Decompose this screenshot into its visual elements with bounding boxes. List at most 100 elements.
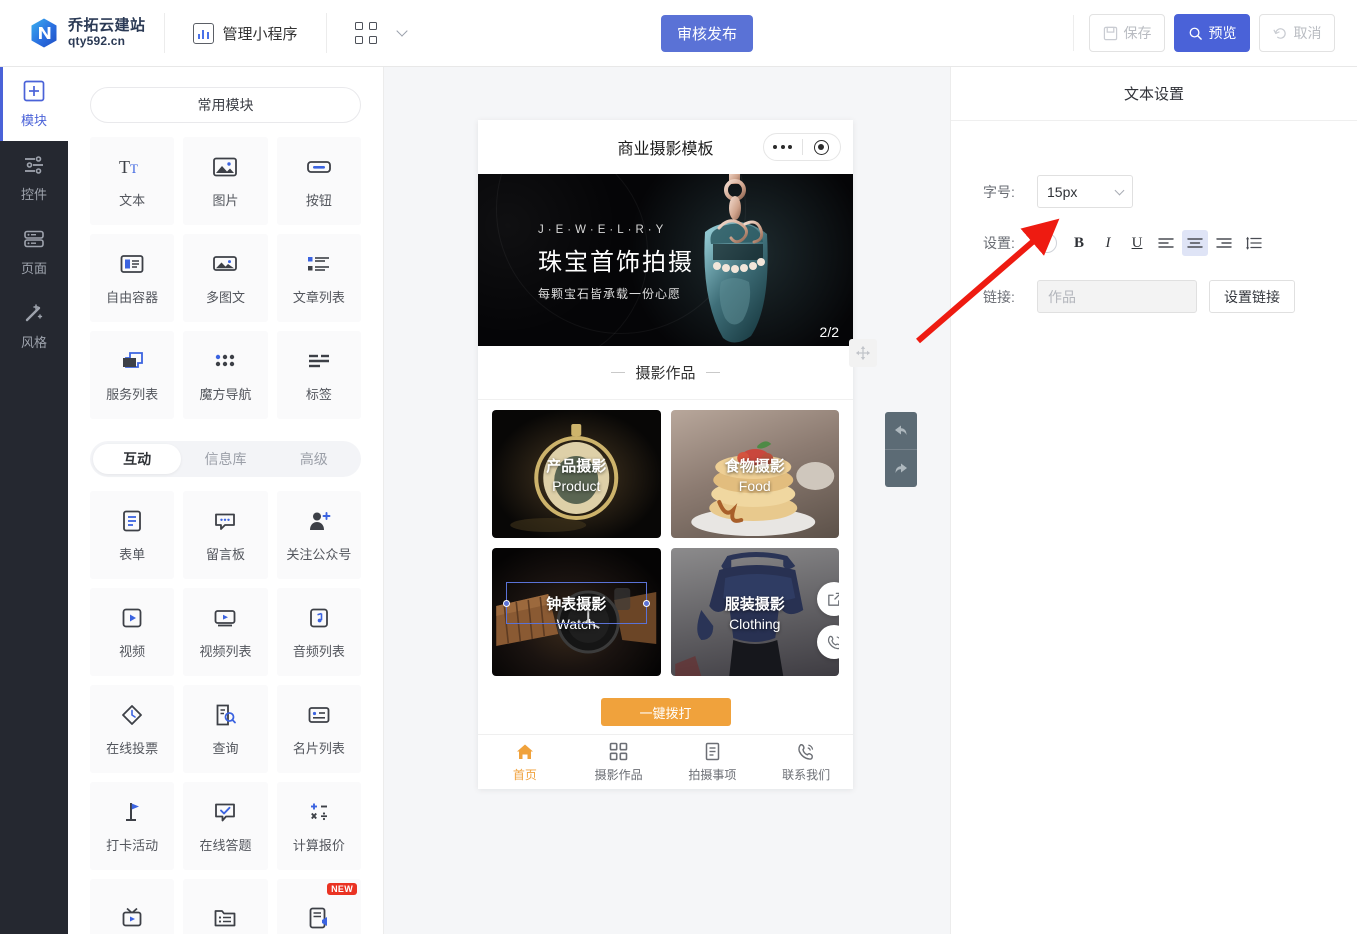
link-input[interactable]: 作品 bbox=[1037, 280, 1197, 313]
module-item-calculate-quote[interactable]: 计算报价 bbox=[276, 782, 361, 870]
section-header-works[interactable]: 摄影作品 bbox=[478, 339, 877, 400]
sidebar-item-style[interactable]: 风格 bbox=[0, 289, 68, 363]
sidebar-item-modules[interactable]: 模块 bbox=[0, 67, 68, 141]
module-item-list-folder[interactable] bbox=[183, 879, 268, 934]
cancel-button[interactable]: 取消 bbox=[1259, 14, 1335, 52]
work-card-clothing[interactable]: 服装摄影 Clothing bbox=[670, 548, 839, 676]
italic-icon[interactable]: I bbox=[1095, 230, 1121, 256]
module-item-video[interactable]: 视频 bbox=[90, 588, 175, 676]
tabbar-item-contact[interactable]: 联系我们 bbox=[759, 742, 853, 783]
bold-icon[interactable]: B bbox=[1066, 230, 1092, 256]
module-item-form[interactable]: 表单 bbox=[90, 491, 175, 579]
wechat-capsule[interactable] bbox=[763, 133, 841, 161]
sidebar-label-style: 风格 bbox=[20, 335, 47, 350]
work-title-cn: 产品摄影 bbox=[546, 457, 607, 475]
banner-pager: 2/2 bbox=[819, 324, 839, 340]
line-height-icon[interactable] bbox=[1240, 230, 1266, 256]
module-label: 按钮 bbox=[305, 192, 332, 208]
tab-interactive[interactable]: 互动 bbox=[93, 444, 182, 474]
align-right-icon[interactable] bbox=[1211, 230, 1237, 256]
work-card-watch[interactable]: 钟表摄影 Watch bbox=[492, 548, 661, 676]
follow-user-icon bbox=[306, 508, 332, 534]
font-size-select[interactable]: 15px bbox=[1037, 175, 1133, 208]
module-item-text[interactable]: TT 文本 bbox=[90, 137, 175, 225]
selection-handle-right[interactable] bbox=[642, 599, 650, 607]
publish-button[interactable]: 审核发布 bbox=[661, 15, 753, 52]
manage-miniprogram-button[interactable]: 管理小程序 bbox=[183, 17, 308, 50]
sidebar-label-pages: 页面 bbox=[20, 261, 47, 276]
color-circle-icon[interactable] bbox=[1037, 233, 1057, 253]
module-item-free-container[interactable]: 自由容器 bbox=[90, 234, 175, 322]
tabbar-item-works[interactable]: 摄影作品 bbox=[572, 742, 666, 783]
sidebar-item-pages[interactable]: 页面 bbox=[0, 215, 68, 289]
banner-copy: J·E·W·E·L·R·Y 珠宝首饰拍摄 每颗宝石皆承载一份心愿 bbox=[538, 224, 694, 302]
module-label: 留言板 bbox=[205, 546, 245, 562]
module-item-multi-image-text[interactable]: 多图文 bbox=[183, 234, 268, 322]
module-item-checkin-activity[interactable]: 打卡活动 bbox=[90, 782, 175, 870]
tabbar-label: 联系我们 bbox=[782, 767, 831, 782]
chevron-down-icon bbox=[1114, 185, 1125, 195]
banner-slide[interactable]: J·E·W·E·L·R·Y 珠宝首饰拍摄 每颗宝石皆承载一份心愿 2/2 bbox=[478, 174, 853, 346]
module-item-button[interactable]: 按钮 bbox=[276, 137, 361, 225]
align-center-icon[interactable] bbox=[1182, 230, 1208, 256]
module-item-tv-video[interactable] bbox=[90, 879, 175, 934]
align-left-icon[interactable] bbox=[1153, 230, 1179, 256]
sliders-icon bbox=[22, 153, 46, 177]
module-item-message-board[interactable]: 留言板 bbox=[183, 491, 268, 579]
tabbar-item-shooting-notes[interactable]: 拍摄事项 bbox=[666, 742, 760, 783]
module-item-online-quiz[interactable]: 在线答题 bbox=[183, 782, 268, 870]
grid-icon bbox=[609, 742, 628, 762]
selection-handle-left[interactable] bbox=[503, 599, 510, 607]
phone-icon[interactable] bbox=[817, 625, 839, 659]
tab-infobase[interactable]: 信息库 bbox=[181, 444, 269, 474]
target-circle-icon bbox=[803, 139, 841, 155]
module-item-follow-official-account[interactable]: 关注公众号 bbox=[276, 491, 361, 579]
apps-switcher[interactable] bbox=[345, 16, 416, 50]
tab-advanced[interactable]: 高级 bbox=[270, 444, 358, 474]
set-link-button[interactable]: 设置链接 bbox=[1209, 280, 1295, 313]
tabbar-item-home[interactable]: 首页 bbox=[478, 742, 572, 783]
module-item-magic-cube-nav[interactable]: 魔方导航 bbox=[183, 331, 268, 419]
module-item-service-list[interactable]: 服务列表 bbox=[90, 331, 175, 419]
left-nav-rail: 模块 控件 页面 风格 bbox=[0, 67, 68, 934]
text-icon: TT bbox=[119, 154, 145, 180]
text-style-toolbar: B I U bbox=[1037, 230, 1266, 256]
module-item-article-list[interactable]: 文章列表 bbox=[276, 234, 361, 322]
article-list-icon bbox=[306, 251, 332, 277]
module-item-video-list[interactable]: 视频列表 bbox=[183, 588, 268, 676]
text-selection-box[interactable] bbox=[503, 582, 650, 624]
undo-icon[interactable] bbox=[885, 412, 917, 449]
module-label: 服务列表 bbox=[106, 386, 159, 402]
text-style-row: 设置: B I U bbox=[983, 230, 1357, 256]
save-button[interactable]: 保存 bbox=[1089, 14, 1165, 52]
work-card-food[interactable]: 食物摄影 Food bbox=[670, 410, 839, 538]
button-icon bbox=[306, 154, 332, 180]
move-cross-icon[interactable] bbox=[849, 339, 877, 367]
underline-icon[interactable]: U bbox=[1124, 230, 1150, 256]
common-modules-title[interactable]: 常用模块 bbox=[90, 87, 361, 123]
interactive-modules-grid: 表单 留言板 关注公众号 视频 视频列表 音频列表 在线投票 查询 名片列表 打… bbox=[90, 491, 361, 934]
magic-cube-nav-icon bbox=[212, 348, 238, 374]
grid-apps-icon bbox=[354, 22, 377, 44]
module-item-query[interactable]: 查询 bbox=[183, 685, 268, 773]
module-label: 视频 bbox=[119, 643, 146, 659]
tag-icon bbox=[306, 348, 332, 374]
work-card-product[interactable]: 产品摄影 Product bbox=[492, 410, 661, 538]
brand-domain: qty592.cn bbox=[68, 33, 126, 48]
call-button[interactable]: 一键拨打 bbox=[600, 698, 731, 726]
module-item-audio-list[interactable]: 音频列表 bbox=[276, 588, 361, 676]
preview-button[interactable]: 预览 bbox=[1174, 14, 1250, 52]
sidebar-item-widgets[interactable]: 控件 bbox=[0, 141, 68, 215]
module-item-tag[interactable]: 标签 bbox=[276, 331, 361, 419]
tabbar-label: 摄影作品 bbox=[594, 767, 643, 782]
redo-icon[interactable] bbox=[885, 450, 917, 487]
module-item-online-vote[interactable]: 在线投票 bbox=[90, 685, 175, 773]
font-size-label: 字号: bbox=[983, 183, 1015, 200]
module-item-business-card-list[interactable]: 名片列表 bbox=[276, 685, 361, 773]
banner-subheading: 每颗宝石皆承载一份心愿 bbox=[538, 287, 682, 301]
module-item-image[interactable]: 图片 bbox=[183, 137, 268, 225]
more-dots-icon bbox=[764, 145, 802, 149]
brand-logo[interactable]: 乔拓云建站 qty592.cn bbox=[28, 17, 146, 49]
share-icon[interactable] bbox=[817, 582, 839, 616]
module-item-live-video[interactable]: NEW bbox=[276, 879, 361, 934]
